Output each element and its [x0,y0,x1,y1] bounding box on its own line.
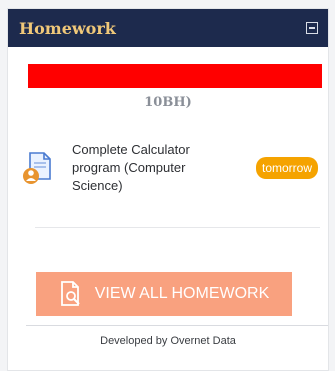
document-search-icon [59,281,83,307]
footer-divider [26,325,328,326]
footer-credit: Developed by Overnet Data [100,335,236,347]
homework-title: Complete Calculator program (Computer Sc… [72,142,190,193]
item-divider [35,227,320,228]
widget-title: Homework [19,18,116,38]
homework-item[interactable]: Complete Calculator program (Computer Sc… [22,141,318,195]
homework-widget: Homework 10BH) Complete Calculator progr… [7,8,329,371]
partial-class-text: 10BH) [144,95,192,110]
due-badge: tomorrow [255,157,318,179]
redacted-bar [28,64,322,88]
view-all-label: VIEW ALL HOMEWORK [94,285,270,302]
view-all-homework-button[interactable]: VIEW ALL HOMEWORK [36,272,292,316]
minus-square-icon[interactable] [306,22,318,34]
widget-header: Homework [8,9,328,47]
document-person-icon [22,151,52,185]
